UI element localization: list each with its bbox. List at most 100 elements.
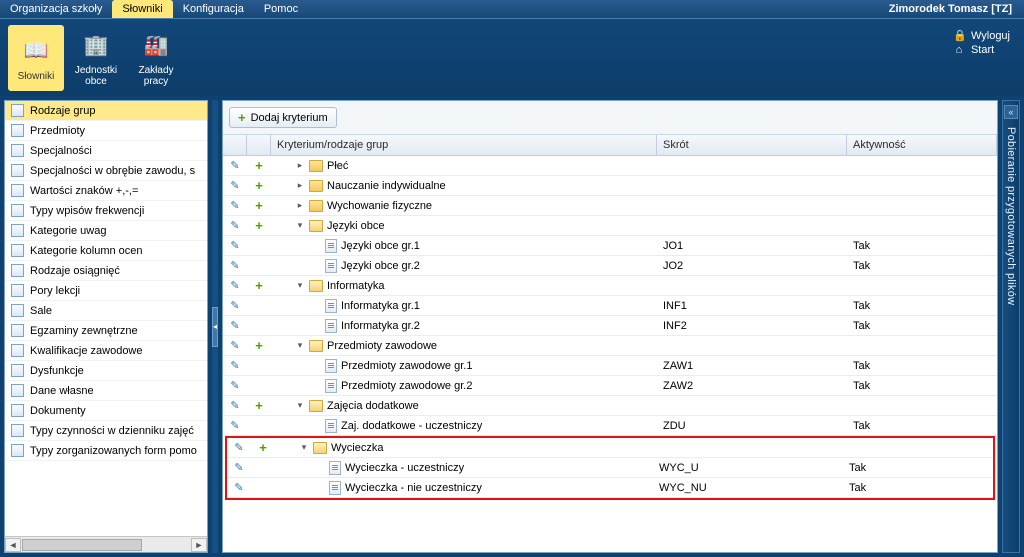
add-icon[interactable]: +: [255, 219, 263, 232]
sidebar-item[interactable]: Typy zorganizowanych form pomo: [5, 441, 207, 461]
sidebar-item[interactable]: Rodzaje osiągnięć: [5, 261, 207, 281]
add-icon[interactable]: +: [255, 399, 263, 412]
edit-icon[interactable]: ✎: [230, 339, 239, 352]
sidebar-scrollbar[interactable]: ◄ ►: [5, 536, 207, 552]
edit-icon[interactable]: ✎: [230, 259, 239, 272]
chevron-right-icon[interactable]: ▸: [295, 180, 305, 191]
add-icon[interactable]: +: [255, 339, 263, 352]
sidebar-item[interactable]: Kwalifikacje zawodowe: [5, 341, 207, 361]
sidebar-item[interactable]: Pory lekcji: [5, 281, 207, 301]
add-icon[interactable]: +: [255, 199, 263, 212]
grid-header-short[interactable]: Skrót: [657, 135, 847, 155]
edit-icon[interactable]: ✎: [234, 481, 243, 494]
row-activity: Tak: [847, 380, 997, 392]
row-label: Przedmioty zawodowe gr.2: [341, 380, 472, 392]
ribbon-button[interactable]: 🏢Jednostkiobce: [68, 25, 124, 91]
sidebar-item[interactable]: Wartości znaków +,-,=: [5, 181, 207, 201]
group-row[interactable]: ✎+▾Wycieczka: [227, 438, 993, 458]
sidebar-item[interactable]: Egzaminy zewnętrzne: [5, 321, 207, 341]
item-row[interactable]: ✎Przedmioty zawodowe gr.2ZAW2Tak: [223, 376, 997, 396]
sidebar-item[interactable]: Kategorie kolumn ocen: [5, 241, 207, 261]
top-tab[interactable]: Organizacja szkoły: [0, 0, 112, 18]
item-row[interactable]: ✎Zaj. dodatkowe - uczestniczyZDUTak: [223, 416, 997, 436]
top-tab[interactable]: Słowniki: [112, 0, 172, 18]
sidebar-item[interactable]: Dysfunkcje: [5, 361, 207, 381]
group-row[interactable]: ✎+▾Informatyka: [223, 276, 997, 296]
add-icon[interactable]: +: [255, 179, 263, 192]
group-row[interactable]: ✎+▸Nauczanie indywidualne: [223, 176, 997, 196]
chevron-down-icon[interactable]: ▾: [295, 220, 305, 231]
group-row[interactable]: ✎+▾Przedmioty zawodowe: [223, 336, 997, 356]
edit-icon[interactable]: ✎: [230, 239, 239, 252]
group-row[interactable]: ✎+▸Płeć: [223, 156, 997, 176]
sidebar-item[interactable]: Przedmioty: [5, 121, 207, 141]
group-row[interactable]: ✎+▾Języki obce: [223, 216, 997, 236]
chevron-down-icon[interactable]: ▾: [295, 340, 305, 351]
item-row[interactable]: ✎Języki obce gr.2JO2Tak: [223, 256, 997, 276]
grid-header-criterion[interactable]: Kryterium/rodzaje grup: [271, 135, 657, 155]
ribbon-button[interactable]: 📖Słowniki: [8, 25, 64, 91]
row-label: Języki obce gr.1: [341, 240, 420, 252]
edit-icon[interactable]: ✎: [230, 419, 239, 432]
chevron-right-icon[interactable]: ▸: [295, 160, 305, 171]
item-row[interactable]: ✎Języki obce gr.1JO1Tak: [223, 236, 997, 256]
row-short: JO2: [657, 260, 847, 272]
item-row[interactable]: ✎Wycieczka - uczestniczyWYC_UTak: [227, 458, 993, 478]
sidebar-item[interactable]: Rodzaje grup: [5, 101, 207, 121]
edit-icon[interactable]: ✎: [230, 179, 239, 192]
sidebar-item[interactable]: Typy wpisów frekwencji: [5, 201, 207, 221]
sidebar-item-label: Sale: [30, 305, 52, 317]
grid-header-activity[interactable]: Aktywność: [847, 135, 997, 155]
row-label: Wycieczka - uczestniczy: [345, 462, 464, 474]
top-tab[interactable]: Konfiguracja: [173, 0, 254, 18]
group-row[interactable]: ✎+▾Zajęcia dodatkowe: [223, 396, 997, 416]
item-row[interactable]: ✎Informatyka gr.2INF2Tak: [223, 316, 997, 336]
row-label: Wycieczka - nie uczestniczy: [345, 482, 482, 494]
chevron-down-icon[interactable]: ▾: [299, 442, 309, 453]
chevron-down-icon[interactable]: ▾: [295, 400, 305, 411]
add-icon[interactable]: +: [259, 441, 267, 454]
add-icon[interactable]: +: [255, 279, 263, 292]
row-short: INF1: [657, 300, 847, 312]
splitter-handle[interactable]: ◂: [212, 307, 218, 347]
edit-icon[interactable]: ✎: [230, 379, 239, 392]
sidebar-item[interactable]: Dokumenty: [5, 401, 207, 421]
edit-icon[interactable]: ✎: [230, 319, 239, 332]
add-criterion-button[interactable]: + Dodaj kryterium: [229, 107, 337, 128]
start-link[interactable]: ⌂ Start: [953, 44, 1010, 56]
scroll-thumb[interactable]: [22, 539, 142, 551]
top-tab[interactable]: Pomoc: [254, 0, 308, 18]
scroll-left-icon[interactable]: ◄: [5, 538, 21, 552]
edit-icon[interactable]: ✎: [230, 199, 239, 212]
sidebar-item-label: Egzaminy zewnętrzne: [30, 325, 138, 337]
item-row[interactable]: ✎Informatyka gr.1INF1Tak: [223, 296, 997, 316]
splitter[interactable]: ◂: [212, 100, 218, 553]
edit-icon[interactable]: ✎: [230, 219, 239, 232]
edit-icon[interactable]: ✎: [230, 279, 239, 292]
sidebar-item[interactable]: Typy czynności w dzienniku zajęć: [5, 421, 207, 441]
dock-collapse-icon[interactable]: «: [1004, 105, 1018, 119]
ribbon-button[interactable]: 🏭Zakładypracy: [128, 25, 184, 91]
edit-icon[interactable]: ✎: [230, 359, 239, 372]
sidebar-item[interactable]: Kategorie uwag: [5, 221, 207, 241]
ribbon-icon: 📖: [19, 34, 53, 68]
sidebar-item[interactable]: Dane własne: [5, 381, 207, 401]
item-row[interactable]: ✎Przedmioty zawodowe gr.1ZAW1Tak: [223, 356, 997, 376]
grid-body: ✎+▸Płeć✎+▸Nauczanie indywidualne✎+▸Wycho…: [223, 156, 997, 552]
edit-icon[interactable]: ✎: [230, 159, 239, 172]
sidebar-item[interactable]: Specjalności w obrębie zawodu, s: [5, 161, 207, 181]
add-icon[interactable]: +: [255, 159, 263, 172]
edit-icon[interactable]: ✎: [230, 299, 239, 312]
chevron-down-icon[interactable]: ▾: [295, 280, 305, 291]
sidebar-item[interactable]: Specjalności: [5, 141, 207, 161]
logout-link[interactable]: 🔒 Wyloguj: [953, 29, 1010, 42]
edit-icon[interactable]: ✎: [234, 441, 243, 454]
edit-icon[interactable]: ✎: [230, 399, 239, 412]
group-row[interactable]: ✎+▸Wychowanie fizyczne: [223, 196, 997, 216]
chevron-right-icon[interactable]: ▸: [295, 200, 305, 211]
sidebar-item[interactable]: Sale: [5, 301, 207, 321]
edit-icon[interactable]: ✎: [234, 461, 243, 474]
scroll-right-icon[interactable]: ►: [191, 538, 207, 552]
dock-title[interactable]: Pobieranie przygotowanych plików: [1005, 127, 1017, 305]
item-row[interactable]: ✎Wycieczka - nie uczestniczyWYC_NUTak: [227, 478, 993, 498]
